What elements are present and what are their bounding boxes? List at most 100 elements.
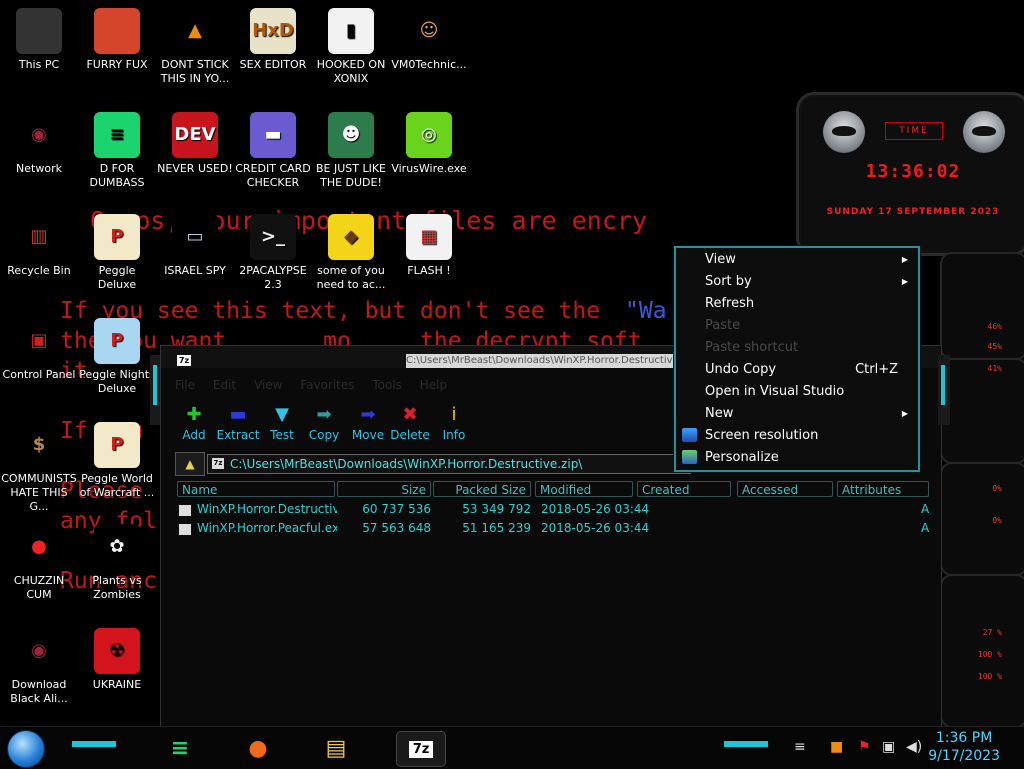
column-header-packed-size[interactable]: Packed Size xyxy=(433,481,531,497)
desktop-icon[interactable]: ✿ Plants vs Zombies xyxy=(78,524,156,602)
volume-icon[interactable]: ◀) xyxy=(906,739,922,755)
desktop-icon[interactable]: ▭ ISRAEL SPY xyxy=(156,214,234,278)
column-header-created[interactable]: Created xyxy=(637,481,731,497)
menu-help[interactable]: Help xyxy=(420,378,447,392)
taskbar-app-button[interactable]: 7z xyxy=(396,731,446,767)
file-packed-size: 53 349 792 xyxy=(462,502,531,516)
desktop-icon-label: UKRAINE xyxy=(92,678,142,691)
table-row[interactable]: WinXP.Horror.Destructive.... 60 737 536 53… xyxy=(179,502,929,520)
context-menu-item-sort-by[interactable]: Sort by ▶ xyxy=(680,271,912,293)
context-menu-item-open-in-visual-studio[interactable]: Open in Visual Studio xyxy=(680,381,912,403)
desktop-icon[interactable]: ◆ some of you need to ac... xyxy=(312,214,390,292)
context-menu-item-view[interactable]: View ▶ xyxy=(680,249,912,271)
context-menu-item-personalize[interactable]: Personalize xyxy=(680,447,912,469)
toolbar-delete-button[interactable]: ✖ Delete xyxy=(387,404,433,442)
context-menu-label: Refresh xyxy=(705,296,755,311)
column-header-accessed[interactable]: Accessed xyxy=(737,481,833,497)
desktop-icon[interactable]: ☺ VM0Technic... xyxy=(390,8,468,72)
app-icon: >_ xyxy=(250,214,296,260)
toolbar-copy-button[interactable]: ➡ Copy xyxy=(301,404,347,442)
toolbar-label: Move xyxy=(351,428,385,442)
desktop-icon[interactable]: ▥ Recycle Bin xyxy=(0,214,78,278)
desktop-icon[interactable]: ≡ D FOR DUMBASS xyxy=(78,112,156,190)
desktop-icon[interactable]: ◉ Download Black Ali... xyxy=(0,628,78,706)
desktop-icon[interactable]: ▮ HOOKED ON XONIX xyxy=(312,8,390,86)
flag-icon[interactable]: ⚑ xyxy=(858,739,871,755)
context-menu-item-refresh[interactable]: Refresh xyxy=(680,293,912,315)
desktop-icon[interactable]: ▬ CREDIT CARD CHECKER xyxy=(234,112,312,190)
toolbar-extract-button[interactable]: ▬ Extract xyxy=(215,404,261,442)
app-icon: ▭ xyxy=(172,214,218,260)
desktop-icon-label: COMMUNISTS HATE THIS G... xyxy=(1,472,77,513)
desktop-icon[interactable]: $ COMMUNISTS HATE THIS G... xyxy=(0,422,78,514)
desktop-icon[interactable]: >_ 2PACALYPSE 2.3 xyxy=(234,214,312,292)
address-bar[interactable]: 7z C:\Users\MrBeast\Downloads\WinXP.Horr… xyxy=(207,454,691,474)
desktop-icon[interactable]: DEV NEVER USED! xyxy=(156,112,234,176)
column-header-attributes[interactable]: Attributes xyxy=(837,481,929,497)
desktop-icon[interactable]: ☢ UKRAINE xyxy=(78,628,156,692)
menu-view[interactable]: View xyxy=(254,378,282,392)
clock-widget: TIME 13:36:02 SUNDAY 17 SEPTEMBER 2023 xyxy=(796,92,1024,256)
desktop-icon[interactable]: ▦ FLASH ! xyxy=(390,214,468,278)
context-menu-label: Sort by xyxy=(705,274,752,289)
desktop-icon[interactable]: P Peggle World of Warcraft ... xyxy=(78,422,156,500)
menu-favorites[interactable]: Favorites xyxy=(300,378,354,392)
context-menu-label: New xyxy=(705,406,734,421)
taskbar-app-button[interactable]: ● xyxy=(240,731,276,765)
taskbar-decor xyxy=(724,741,768,747)
tray-app-icon[interactable]: ■ xyxy=(830,739,843,755)
taskbar-app-button[interactable]: ≡ xyxy=(162,731,198,765)
column-header-size[interactable]: Size xyxy=(337,481,431,497)
file-packed-size: 51 165 239 xyxy=(462,521,531,535)
toolbar-label: Copy xyxy=(308,428,340,442)
app-icon: ☻ xyxy=(328,112,374,158)
toolbar-move-button[interactable]: ➡ Move xyxy=(345,404,391,442)
delete-icon: ✖ xyxy=(402,404,418,425)
file-icon xyxy=(179,524,191,535)
taskbar-app-button[interactable]: ▤ xyxy=(318,731,354,765)
menu-edit[interactable]: Edit xyxy=(213,378,236,392)
context-menu-item-undo-copy[interactable]: Undo Copy Ctrl+Z xyxy=(680,359,912,381)
menu-file[interactable]: File xyxy=(175,378,195,392)
app-icon: DEV xyxy=(172,112,218,158)
table-row[interactable]: WinXP.Horror.Peacful.exe 57 563 648 51 165… xyxy=(179,521,929,539)
desktop-icon[interactable]: ● CHUZZIN CUM xyxy=(0,524,78,602)
file-name: WinXP.Horror.Destructive.... xyxy=(197,502,337,516)
context-menu-item-new[interactable]: New ▶ xyxy=(680,403,912,425)
context-menu-item-screen-resolution[interactable]: Screen resolution xyxy=(680,425,912,447)
context-menu-label: Paste shortcut xyxy=(705,340,799,355)
meter-panel: 27 % 100 % 100 % xyxy=(940,574,1024,728)
up-folder-button[interactable]: ▲ xyxy=(175,452,205,476)
desktop-icon[interactable]: ☻ BE JUST LIKE THE DUDE! xyxy=(312,112,390,190)
toolbar-info-button[interactable]: i Info xyxy=(431,404,477,442)
app-icon: ◉ xyxy=(16,112,62,158)
column-header-name[interactable]: Name xyxy=(177,481,335,497)
menu-tools[interactable]: Tools xyxy=(372,378,402,392)
desktop-icon[interactable]: P Peggle Nights Deluxe xyxy=(78,318,156,396)
desktop-icon[interactable]: ▲ DONT STICK THIS IN YO... xyxy=(156,8,234,86)
desktop-icon[interactable]: P Peggle Deluxe xyxy=(78,214,156,292)
toolbar-add-button[interactable]: ✚ Add xyxy=(171,404,217,442)
personalize-icon xyxy=(682,450,697,464)
file-attributes: A xyxy=(921,521,930,535)
taskbar-clock[interactable]: 1:36 PM 9/17/2023 xyxy=(928,729,1000,765)
network-icon[interactable]: ▣ xyxy=(882,739,895,755)
desktop-icon[interactable]: HxD SEX EDITOR xyxy=(234,8,312,72)
desktop-icon[interactable]: FURRY FUX xyxy=(78,8,156,72)
shortcut-text: Ctrl+Z xyxy=(855,362,898,377)
desktop-icon[interactable]: ◎ VirusWire.exe xyxy=(390,112,468,176)
extract-icon: ▬ xyxy=(229,404,247,425)
desktop-icon[interactable]: ◉ Network xyxy=(0,112,78,176)
menu-lines-icon[interactable]: ≡ xyxy=(794,739,806,755)
app-icon: P xyxy=(94,214,140,260)
submenu-arrow-icon: ▶ xyxy=(901,409,908,418)
toolbar-test-button[interactable]: ▼ Test xyxy=(259,404,305,442)
desktop-icon[interactable]: This PC xyxy=(0,8,78,72)
context-menu-item-paste-shortcut: Paste shortcut xyxy=(680,337,912,359)
desktop-icon[interactable]: ▣ Control Panel xyxy=(0,318,78,382)
start-button[interactable] xyxy=(7,730,45,768)
alien-head-icon xyxy=(963,111,1005,153)
desktop-icon-label: BE JUST LIKE THE DUDE! xyxy=(315,162,387,189)
desktop-icon-label: VirusWire.exe xyxy=(391,162,467,175)
column-header-modified[interactable]: Modified xyxy=(535,481,633,497)
